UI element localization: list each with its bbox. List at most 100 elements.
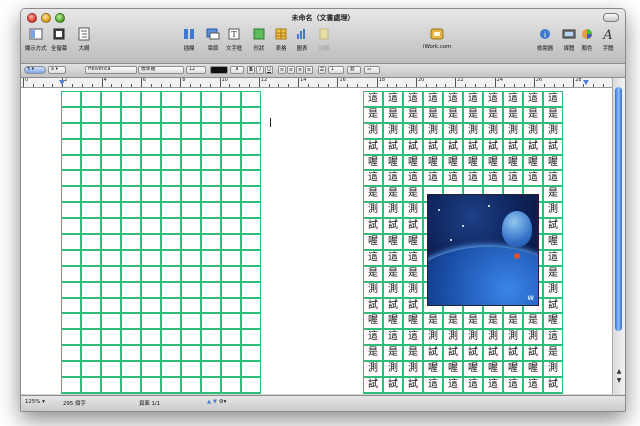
figure-graphic [514,253,520,259]
grid-cell [241,265,261,282]
grid-char-cell: 是 [383,265,403,282]
toolbar-inspector-button[interactable]: i 檢閱器 [537,26,553,52]
fonts-icon: A [602,28,612,41]
scroll-up-arrow[interactable]: ▲ [615,368,623,375]
grid-char-cell: 喔 [363,234,383,250]
grid-char-cell: 是 [463,392,483,394]
page-nav-buttons[interactable]: ▲ ▼ ⚙▾ [207,399,226,405]
list-style-select[interactable]: ☷ [364,66,380,74]
toolbar-toggle-button[interactable] [603,13,619,22]
inline-image[interactable]: W [427,194,539,306]
toolbar-iwork-button[interactable]: iWork.com [423,26,451,50]
highlight-color-select[interactable]: a [230,66,244,74]
text-color-well[interactable] [210,66,228,74]
line-spacing-select[interactable]: 1 [328,66,344,74]
grid-cell [81,138,101,155]
toolbar-fonts-button[interactable]: A 字體 [601,26,615,52]
grid-cell [161,91,181,107]
grid-cell [101,122,121,139]
ruler-minor-tick [514,84,516,87]
grid-char-cell: 測 [543,202,563,219]
grid-char-cell: 試 [383,297,403,314]
page-up-icon[interactable]: ▲ [207,399,211,405]
page-down-icon[interactable]: ▼ [213,399,217,405]
word-count: 295 個字 [63,401,86,407]
toolbar-column-button[interactable]: 插欄 [182,26,196,52]
align-right-button[interactable]: ≡ [296,66,304,74]
zoom-select[interactable]: 125% ▾ [25,399,45,405]
grid-char-cell: 試 [383,138,403,155]
grid-char-cell: 試 [543,297,563,314]
toolbar-table-button[interactable]: 表格 [274,26,288,52]
align-left-button[interactable]: ≡ [278,66,286,74]
ruler-minor-tick [111,84,113,87]
grid-cell [81,313,101,330]
column-icon [184,29,194,39]
grid-cell [121,265,141,282]
vertical-scrollbar[interactable]: ▲ ▼ [612,78,625,394]
grid-cell [201,138,221,155]
columns-select[interactable]: ▥ [347,66,361,74]
toolbar-view-button[interactable]: 顯示方式 [25,26,47,52]
toolbar-outline-button[interactable]: 大綱 [77,26,91,52]
grid-cell [81,234,101,250]
columns-icon: ▥ [350,67,355,72]
right-margin-marker[interactable] [583,80,589,85]
toolbar-chart-button[interactable]: 圖表 [295,26,309,52]
underline-button[interactable]: U [265,66,273,74]
media-icon [562,29,576,39]
grid-char-cell: 是 [483,392,503,394]
scroll-down-arrow[interactable]: ▼ [615,377,623,384]
document-canvas[interactable]: 這這這這這這這這這這是是是是是是是是是是測測測測測測測測測測試試試試試試試試試試… [21,88,613,394]
toolbar-label: 形狀 [253,46,265,52]
char-style-select[interactable]: a ▾ [48,66,66,74]
grid-cell [241,154,261,171]
toolbar-section-button[interactable]: 章節 [205,26,221,52]
left-margin-marker[interactable] [59,80,65,85]
grid-char-cell: 是 [383,186,403,203]
grid-cell [81,122,101,139]
chart-icon [297,29,305,39]
toolbar-shape-button[interactable]: 形狀 [252,26,266,52]
bold-button[interactable]: B [247,66,255,74]
toolbar-fullscreen-button[interactable]: 全螢幕 [51,26,67,52]
toolbar-media-button[interactable]: 媒體 [561,26,577,52]
font-size-select[interactable]: 12 [186,66,206,74]
grid-char-cell: 是 [463,106,483,123]
toolbar-comment-button[interactable]: 註解 [317,26,331,52]
grid-cell [181,313,201,330]
grid-char-cell: 是 [423,106,443,123]
grid-cell [221,281,241,298]
ruler-minor-tick [150,84,152,87]
grid-char-cell: 試 [483,138,503,155]
toolbar-textbox-button[interactable]: T 文字框 [226,26,242,52]
grid-char-cell: 這 [383,170,403,187]
italic-button[interactable]: I [256,66,264,74]
align-center-button[interactable]: ≡ [287,66,295,74]
grid-cell [61,186,81,203]
ruler[interactable]: 0 2 4 6 8 10 12 14 16 18 20 22 24 26 28 [21,78,613,88]
highlight-color-value: a [235,67,239,72]
grid-cell [221,202,241,219]
gear-icon[interactable]: ⚙▾ [219,399,227,405]
grid-cell [221,392,241,394]
font-family-select[interactable]: Helvetica [85,66,137,74]
align-justify-button[interactable]: ≡ [305,66,313,74]
grid-cell [121,170,141,187]
toolbar-colors-button[interactable]: 顏色 [580,26,594,52]
grid-char-cell: 是 [463,313,483,330]
grid-cell [161,345,181,362]
grid-char-cell: 是 [503,313,523,330]
styles-drawer-button[interactable]: ¶ ▾ [24,66,46,74]
app-window: 未命名（文書處理） 顯示方式 全螢幕 大綱 插欄 章節 T 文字框 形狀 表格 … [20,8,626,412]
ruler-minor-tick [445,84,447,87]
grid-cell [81,265,101,282]
scrollbar-thumb[interactable] [615,87,622,331]
italic-label: I [259,67,261,73]
grid-cell [221,218,241,235]
line-spacing-icon-button[interactable]: ☰ [318,66,326,74]
ruler-label: 4 [103,78,107,83]
font-style-select[interactable]: 標準體 [138,66,184,74]
ruler-minor-tick [435,84,437,87]
grid-cell [121,138,141,155]
